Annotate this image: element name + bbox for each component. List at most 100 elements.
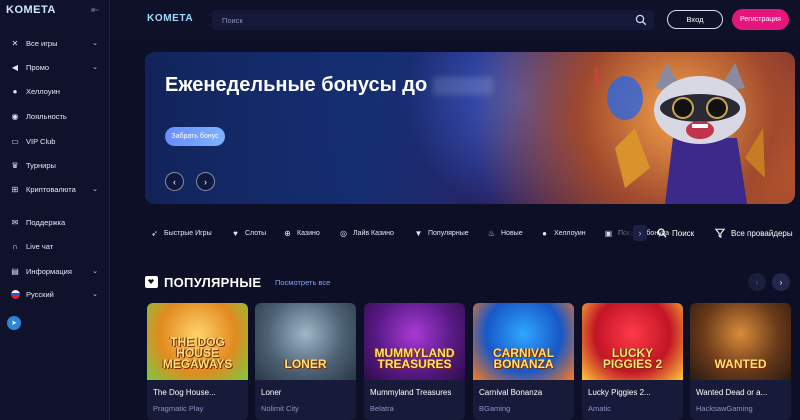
search-input[interactable] [212, 10, 654, 31]
sidebar-item-label: Информация [26, 266, 72, 276]
promo-banner[interactable]: Еженедельные бонусы до Забрать бонус ‹ › [145, 52, 795, 204]
sidebar-item-label: VIP Club [26, 136, 56, 146]
games-next-button[interactable]: › [772, 273, 790, 291]
chevron-left-icon: ‹ [173, 176, 176, 187]
sidebar-item-label: Поддержка [26, 217, 66, 227]
provider-search-label: Поиск [672, 228, 695, 238]
game-card[interactable]: CARNIVAL BONANZA Carnival Bonanza BGamin… [473, 303, 574, 420]
category-live-casino[interactable]: ◎ Лайв Казино [339, 222, 394, 244]
game-provider: BGaming [479, 404, 511, 413]
collapse-sidebar-icon[interactable]: ⇤ [91, 5, 99, 16]
sidebar-item-support[interactable]: ✉ Поддержка [0, 212, 110, 232]
sidebar-item-loyalty[interactable]: ◉ Лояльность [0, 106, 110, 126]
crypto-icon: ⊞ [11, 184, 19, 194]
game-provider: Pragmatic Play [153, 404, 204, 413]
game-thumbnail-title: THE DOG HOUSE MEGAWAYS [162, 335, 233, 371]
sidebar-item-info[interactable]: ▤ Информация ⌄ [0, 261, 110, 281]
sidebar-item-halloween[interactable]: ● Хеллоуин [0, 81, 110, 101]
game-card[interactable]: WANTED Wanted Dead or a... HacksawGaming [690, 303, 791, 420]
login-button[interactable]: Вход [667, 10, 723, 29]
chevron-down-icon: ⌄ [92, 268, 98, 275]
category-new[interactable]: ♨ Новые [487, 222, 523, 244]
category-popular[interactable]: ▼ Популярные [414, 222, 469, 244]
game-card[interactable]: MUMMYLAND TREASURES Mummyland Treasures … [364, 303, 465, 420]
banner-next-button[interactable]: › [196, 172, 215, 191]
category-slots[interactable]: ♥ Слоты [231, 222, 266, 244]
sidebar-logo[interactable]: KOMETA [6, 4, 56, 16]
game-provider: HacksawGaming [696, 404, 753, 413]
sidebar-item-label: Хеллоуин [26, 86, 60, 96]
game-thumbnail: THE DOG HOUSE MEGAWAYS [147, 303, 248, 380]
sidebar: KOMETA ⇤ ✕ Все игры ⌄ ◀ Промо ⌄ ● Хеллоу… [0, 0, 110, 420]
search-icon[interactable] [635, 14, 647, 26]
game-provider: Nolimit City [261, 404, 299, 413]
category-casino[interactable]: ⊕ Казино [283, 222, 320, 244]
chevron-right-icon: › [204, 176, 207, 187]
sidebar-item-label: Промо [26, 62, 50, 72]
games-prev-button[interactable]: ‹ [748, 273, 766, 291]
vip-icon: ▭ [11, 136, 19, 146]
category-halloween[interactable]: ● Хеллоуин [540, 222, 586, 244]
game-thumbnail: LUCKY PIGGIES 2 [582, 303, 683, 380]
claim-bonus-button[interactable]: Забрать бонус [165, 127, 225, 146]
loyalty-icon: ◉ [11, 111, 19, 121]
game-thumbnail-title: CARNIVAL BONANZA [492, 346, 555, 371]
sidebar-item-live-chat[interactable]: ∩ Live чат [0, 236, 110, 256]
app: KOMETA ⇤ ✕ Все игры ⌄ ◀ Промо ⌄ ● Хеллоу… [0, 0, 800, 420]
category-label: Новые [501, 229, 523, 237]
banner-title-text: Еженедельные бонусы до [165, 74, 428, 96]
sidebar-item-all-games[interactable]: ✕ Все игры ⌄ [0, 33, 110, 53]
sidebar-item-promo[interactable]: ◀ Промо ⌄ [0, 57, 110, 77]
category-label: Быстрые Игры [164, 229, 212, 237]
category-fast-games[interactable]: ➶ Быстрые Игры [150, 222, 212, 244]
pumpkin-icon: ● [12, 86, 18, 96]
category-scroll-right-button[interactable]: › [633, 225, 647, 241]
popular-section-header: ПОПУЛЯРНЫЕ [145, 272, 261, 292]
russian-flag-icon [10, 289, 20, 299]
game-thumbnail-title: LUCKY PIGGIES 2 [602, 346, 663, 371]
chevron-right-icon: › [779, 277, 783, 287]
language-selector[interactable]: Русский ⌄ [0, 284, 110, 304]
category-label: Популярные [428, 229, 469, 237]
sidebar-item-label: Лояльность [26, 111, 67, 121]
game-thumbnail: LONER [255, 303, 356, 380]
game-name: Wanted Dead or a... [696, 388, 768, 397]
sidebar-item-label: Все игры [26, 38, 58, 48]
banner-prev-button[interactable]: ‹ [165, 172, 184, 191]
chevron-left-icon: ‹ [755, 277, 759, 287]
game-thumbnail-title: MUMMYLAND TREASURES [374, 346, 455, 371]
rocket-icon: ➶ [151, 228, 158, 238]
game-card[interactable]: LUCKY PIGGIES 2 Lucky Piggies 2... Amati… [582, 303, 683, 420]
popular-title: ПОПУЛЯРНЫЕ [164, 274, 262, 290]
sidebar-item-crypto[interactable]: ⊞ Криптовалюта ⌄ [0, 179, 110, 199]
chevron-down-icon: ⌄ [92, 186, 98, 193]
category-label: Слоты [245, 229, 267, 237]
category-label: Казино [297, 229, 320, 237]
site-logo[interactable]: KOMETA [147, 13, 193, 24]
live-icon: ◎ [340, 228, 347, 238]
game-name: Lucky Piggies 2... [588, 388, 651, 397]
topbar: KOMETA Вход Регистрация [111, 0, 800, 40]
banner-title: Еженедельные бонусы до [165, 74, 494, 97]
game-card[interactable]: LONER Loner Nolimit City [255, 303, 356, 420]
pumpkin-icon: ● [542, 228, 547, 238]
all-providers-filter[interactable]: Все провайдеры [715, 222, 793, 244]
flame-icon: ♨ [487, 228, 496, 238]
see-all-link[interactable]: Посмотреть все [275, 278, 330, 287]
register-button[interactable]: Регистрация [732, 9, 789, 30]
sidebar-item-label: Криптовалюта [26, 184, 76, 194]
game-card[interactable]: THE DOG HOUSE MEGAWAYS The Dog House... … [147, 303, 248, 420]
crossed-swords-icon: ✕ [11, 38, 19, 48]
telegram-icon[interactable]: ➤ [7, 316, 21, 330]
support-icon: ✉ [11, 217, 19, 227]
provider-search-button[interactable]: Поиск [657, 222, 694, 244]
raccoon-mascot-image [595, 63, 765, 204]
sidebar-item-tournaments[interactable]: ♛ Турниры [0, 155, 110, 175]
game-name: Loner [261, 388, 282, 397]
search-bar [212, 10, 654, 31]
trophy-icon: ♛ [11, 160, 19, 170]
category-label: Хеллоуин [554, 229, 586, 237]
sidebar-item-vip-club[interactable]: ▭ VIP Club [0, 131, 110, 151]
popular-badge-icon [145, 276, 158, 288]
megaphone-icon: ◀ [11, 62, 19, 72]
